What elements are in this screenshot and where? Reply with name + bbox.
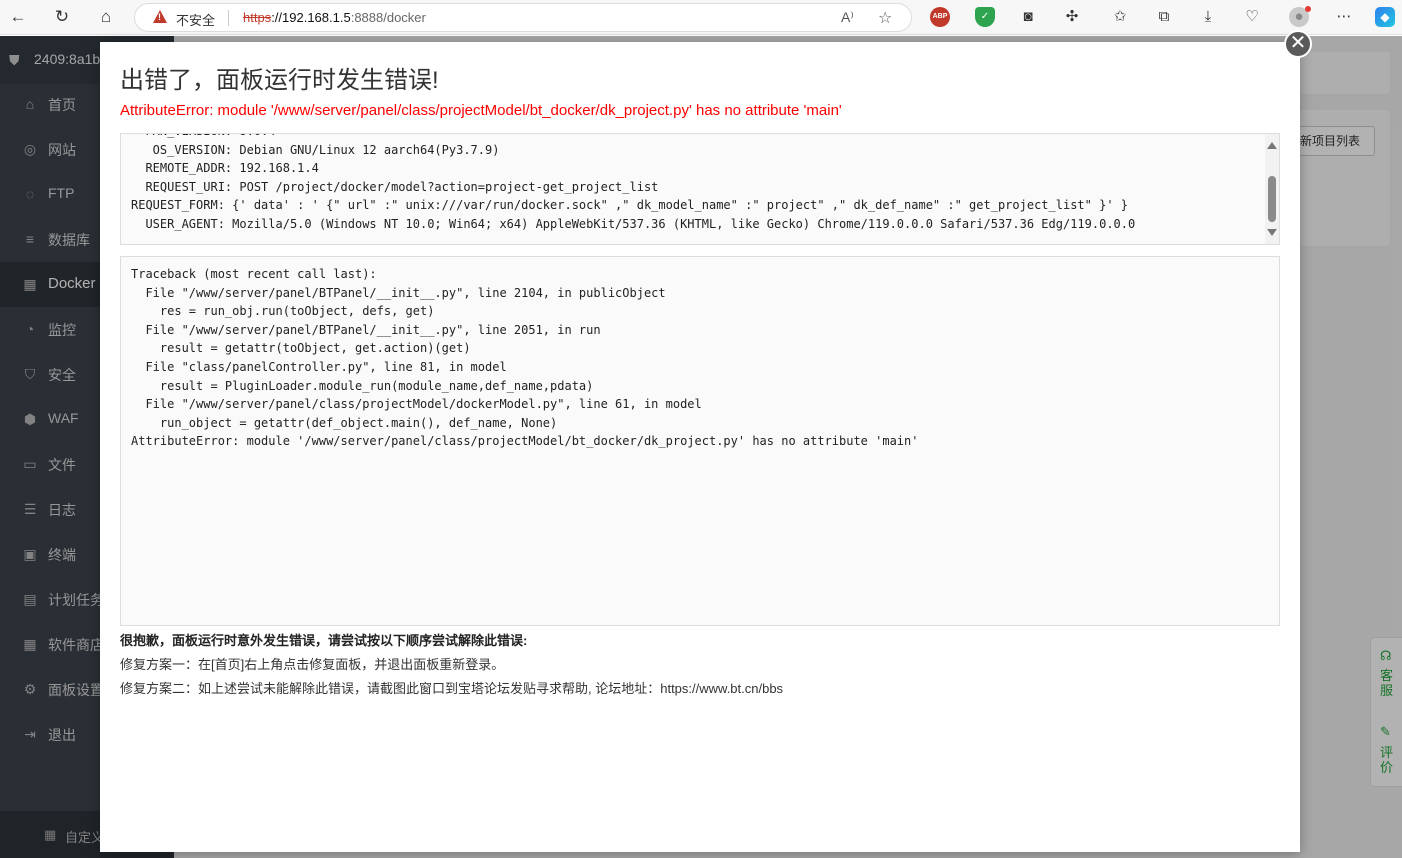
env-info-line: REMOTE_ADDR: 192.168.1.4 (131, 161, 319, 175)
traceback-line: result = PluginLoader.module_run(module_… (131, 378, 594, 393)
notification-dot (1305, 6, 1311, 12)
favorites-icon[interactable]: ✩ (1110, 7, 1130, 27)
traceback-line: run_object = getattr(def_object.main(), … (131, 415, 558, 430)
fix-option-one: 修复方案一：在[首页]右上角点击修复面板，并退出面板重新登录。 (120, 657, 505, 672)
warning-icon: ! (153, 10, 167, 23)
traceback-line: File "/www/server/panel/BTPanel/__init__… (131, 285, 666, 300)
error-message: AttributeError: module '/www/server/pane… (120, 102, 842, 119)
url-scheme: https (243, 10, 272, 25)
insecure-label[interactable]: 不安全 (176, 10, 215, 29)
url-host: ://192.168.1.5 (271, 10, 351, 25)
address-bar[interactable]: ! 不安全 https://192.168.1.5:8888/docker A⁾… (134, 3, 912, 32)
env-info-line: USER_AGENT: Mozilla/5.0 (Windows NT 10.0… (131, 216, 1136, 231)
scroll-down-arrow-icon[interactable] (1267, 229, 1277, 236)
url-text[interactable]: https://192.168.1.5:8888/docker (243, 10, 426, 25)
security-extension-icon[interactable]: ✓ (975, 7, 995, 27)
address-separator (228, 10, 229, 26)
traceback-line: File "/www/server/panel/BTPanel/__init__… (131, 322, 601, 337)
home-icon[interactable]: ⌂ (94, 6, 118, 28)
env-info-line: REQUEST_FORM: {' data' : ' {" url" :" un… (131, 198, 1128, 212)
adblock-icon[interactable]: ABP (930, 7, 950, 27)
fix-option-two: 修复方案二：如上述尝试未能解除此错误，请截图此窗口到宝塔论坛发贴寻求帮助, 论坛… (120, 681, 784, 696)
performance-icon[interactable]: ♡ (1242, 7, 1262, 27)
scroll-thumb[interactable] (1268, 176, 1276, 222)
environment-info-box[interactable]: PAN_VERSION: 8.0.4 OS_VERSION: Debian GN… (120, 133, 1280, 245)
env-info-line: REQUEST_URI: POST /project/docker/model?… (131, 179, 659, 194)
back-icon[interactable]: ← (6, 6, 30, 28)
traceback-line: Traceback (most recent call last): (131, 267, 377, 281)
read-aloud-icon[interactable]: A⁾ (841, 9, 854, 26)
dialog-title: 出错了，面板运行时发生错误! (120, 67, 439, 94)
traceback-line: File "/www/server/panel/class/projectMod… (131, 397, 702, 412)
extensions-puzzle-icon[interactable]: ✣ (1062, 7, 1082, 27)
close-dialog-button[interactable]: ✕ (1284, 30, 1312, 58)
downloads-icon[interactable]: ⤓ (1198, 7, 1218, 27)
traceback-line: File "class/panelController.py", line 81… (131, 360, 507, 374)
traceback-box[interactable]: Traceback (most recent call last): File … (120, 256, 1280, 626)
traceback-line: result = getattr(toObject, get.action)(g… (131, 341, 471, 356)
help-heading: 很抱歉，面板运行时意外发生错误，请尝试按以下顺序尝试解除此错误: (120, 633, 528, 648)
favorite-star-icon[interactable]: ☆ (878, 8, 892, 28)
error-dialog: 出错了，面板运行时发生错误! AttributeError: module '/… (100, 42, 1300, 852)
more-menu-icon[interactable]: ⋯ (1334, 7, 1354, 27)
traceback-line: AttributeError: module '/www/server/pane… (131, 434, 919, 449)
env-info-line: PAN_VERSION: 8.0.4 (131, 134, 275, 138)
traceback-line: res = run_obj.run(toObject, defs, get) (131, 304, 435, 319)
scroll-up-arrow-icon[interactable] (1267, 142, 1277, 149)
extension-icon[interactable]: ◙ (1018, 7, 1038, 27)
url-path: :8888/docker (350, 10, 426, 25)
env-info-line: OS_VERSION: Debian GNU/Linux 12 aarch64(… (131, 142, 500, 157)
collections-icon[interactable]: ⧉ (1154, 7, 1174, 27)
env-scrollbar[interactable] (1265, 134, 1279, 244)
browser-toolbar: ← ↻ ⌂ ! 不安全 https://192.168.1.5:8888/doc… (0, 0, 1402, 35)
refresh-icon[interactable]: ↻ (50, 6, 74, 28)
copilot-icon[interactable]: ◆ (1375, 7, 1395, 27)
